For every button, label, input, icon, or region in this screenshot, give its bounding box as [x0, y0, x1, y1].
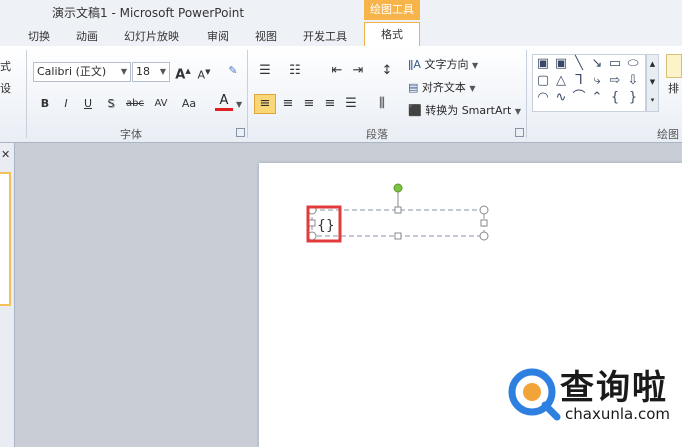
- underline-button[interactable]: U: [79, 95, 97, 113]
- tab-developer[interactable]: 开发工具: [303, 28, 347, 44]
- align-left-button[interactable]: ≡: [254, 94, 276, 114]
- shadow-button[interactable]: S: [102, 95, 120, 113]
- arrange-icon[interactable]: [666, 54, 682, 78]
- bold-button[interactable]: B: [36, 95, 54, 113]
- change-case-button[interactable]: Aa: [178, 95, 200, 113]
- rounded-rect-shape-icon[interactable]: ▢: [534, 73, 552, 89]
- chevron-down-icon: ▼: [514, 107, 521, 116]
- distribute-button[interactable]: ☰: [342, 95, 360, 113]
- arc-shape-icon[interactable]: ⌒: [570, 90, 588, 106]
- font-color-button[interactable]: A: [215, 94, 233, 111]
- font-dialog-launcher-icon[interactable]: [236, 128, 245, 137]
- resize-handle[interactable]: [394, 232, 402, 240]
- selection-frame: [311, 209, 485, 237]
- resize-handle[interactable]: [479, 231, 489, 241]
- font-group-label: 字体: [120, 128, 142, 141]
- curve-shape-icon[interactable]: ∿: [552, 90, 570, 106]
- gallery-scroll[interactable]: ▲ ▼ ▾: [646, 54, 659, 112]
- chevron-down-icon: ▼: [236, 100, 243, 109]
- brace-shape-icon: {}: [317, 218, 335, 234]
- rotation-handle[interactable]: [393, 183, 403, 193]
- tab-slideshow[interactable]: 幻灯片放映: [124, 28, 179, 44]
- align-center-button[interactable]: ≡: [279, 95, 297, 113]
- watermark-logo-icon: [508, 368, 561, 421]
- paragraph-group-label: 段落: [366, 128, 388, 141]
- watermark-url: chaxunla.com: [565, 405, 670, 423]
- char-spacing-button[interactable]: AV: [150, 95, 172, 113]
- left-brace-shape-icon[interactable]: {: [606, 90, 624, 106]
- watermark-text: 查询啦: [560, 368, 668, 408]
- right-arrow-shape-icon[interactable]: ⇨: [606, 73, 624, 89]
- chevron-down-icon: ▼: [120, 67, 127, 76]
- font-name-value: Calibri (正文): [37, 65, 107, 78]
- text-direction-icon: ǁA: [408, 58, 421, 71]
- resize-handle[interactable]: [394, 206, 402, 214]
- align-text-button[interactable]: ▤ 对齐文本 ▼: [408, 79, 476, 95]
- selected-shape[interactable]: {}: [300, 180, 500, 250]
- font-size-select[interactable]: 18 ▼: [132, 62, 170, 82]
- text-box-shape-icon[interactable]: ▣: [534, 56, 552, 72]
- oval-shape-icon[interactable]: ⬭: [624, 56, 642, 72]
- drawing-group-label: 绘图: [657, 128, 679, 141]
- left-partial-2[interactable]: 设: [0, 80, 11, 96]
- partial-circle-shape-icon[interactable]: ◠: [534, 90, 552, 106]
- bullets-icon[interactable]: ☰: [256, 62, 274, 80]
- close-icon[interactable]: ✕: [1, 148, 10, 161]
- grow-font-icon[interactable]: A▲: [174, 62, 192, 82]
- line-shape-icon[interactable]: ╲: [570, 56, 588, 72]
- italic-button[interactable]: I: [57, 95, 75, 113]
- context-group-label: 绘图工具: [364, 0, 420, 20]
- elbow-arrow-shape-icon[interactable]: ⤷: [588, 73, 606, 89]
- right-brace-shape-icon[interactable]: }: [624, 90, 642, 106]
- down-arrow-shape-icon[interactable]: ⇩: [624, 73, 642, 89]
- resize-handle[interactable]: [480, 219, 488, 227]
- chevron-down-icon: ▼: [159, 67, 166, 76]
- numbering-icon[interactable]: ☷: [286, 62, 304, 80]
- tab-transitions[interactable]: 切换: [28, 28, 50, 44]
- paragraph-dialog-launcher-icon[interactable]: [515, 128, 524, 137]
- decrease-indent-icon[interactable]: ⇤: [328, 62, 346, 80]
- smartart-icon: ⬛: [408, 104, 422, 117]
- tab-animations[interactable]: 动画: [76, 28, 98, 44]
- font-size-value: 18: [136, 65, 150, 78]
- align-right-button[interactable]: ≡: [300, 95, 318, 113]
- elbow-connector-shape-icon[interactable]: Ꞁ: [570, 73, 588, 89]
- justify-button[interactable]: ≡: [321, 95, 339, 113]
- chevron-down-icon: ▼: [469, 84, 476, 93]
- ribbon-tabs: 切换 动画 幻灯片放映 审阅 视图 开发工具: [0, 24, 682, 46]
- tab-view[interactable]: 视图: [255, 28, 277, 44]
- resize-handle[interactable]: [479, 205, 489, 215]
- arrow-line-shape-icon[interactable]: ↘: [588, 56, 606, 72]
- strikethrough-button[interactable]: abc: [124, 95, 146, 113]
- clear-format-icon[interactable]: ✎: [224, 62, 242, 80]
- align-text-icon: ▤: [408, 81, 419, 94]
- chevron-down-icon: ▼: [471, 61, 479, 70]
- slide-thumbnail[interactable]: [0, 172, 11, 306]
- vertical-text-shape-icon[interactable]: ▣: [552, 56, 570, 72]
- wave-shape-icon[interactable]: ⌃: [588, 90, 606, 106]
- resize-handle[interactable]: [308, 219, 316, 227]
- convert-smartart-button[interactable]: ⬛ 转换为 SmartArt ▼: [408, 102, 521, 118]
- tab-format[interactable]: 格式: [364, 22, 420, 46]
- increase-indent-icon[interactable]: ⇥: [349, 62, 367, 80]
- columns-icon[interactable]: ⫼: [373, 95, 391, 113]
- rectangle-shape-icon[interactable]: ▭: [606, 56, 624, 72]
- tab-review[interactable]: 审阅: [207, 28, 229, 44]
- triangle-shape-icon[interactable]: △: [552, 73, 570, 89]
- left-partial-1[interactable]: 式: [0, 58, 11, 74]
- window-title: 演示文稿1 - Microsoft PowerPoint: [52, 6, 245, 20]
- line-spacing-icon[interactable]: ↕: [378, 62, 396, 80]
- font-name-select[interactable]: Calibri (正文) ▼: [33, 62, 131, 82]
- arrange-button[interactable]: 排: [668, 80, 679, 96]
- text-direction-button[interactable]: ǁA 文字方向 ▼: [408, 56, 478, 72]
- shrink-font-icon[interactable]: A▼: [195, 63, 213, 82]
